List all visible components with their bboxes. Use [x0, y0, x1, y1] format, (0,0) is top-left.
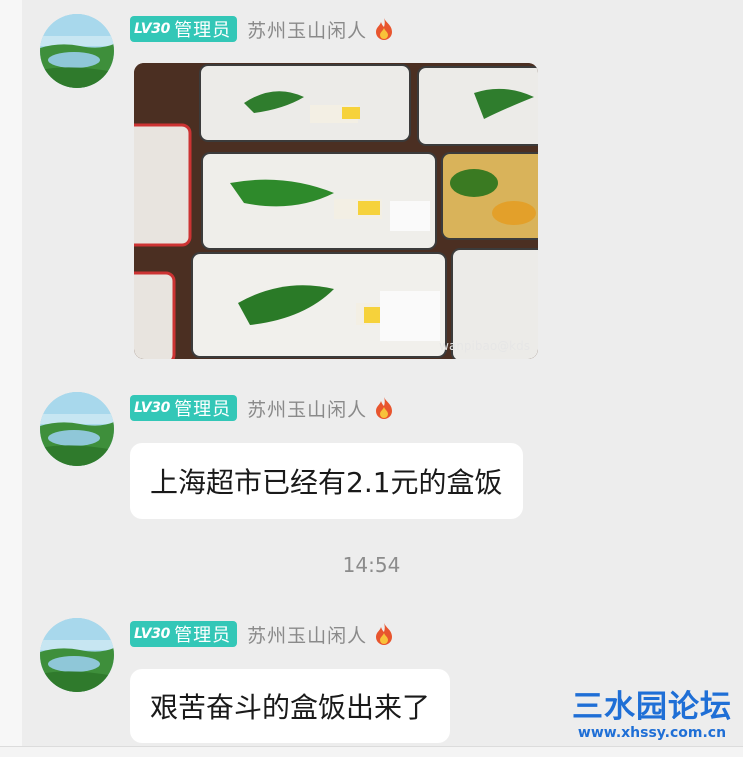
avatar[interactable] — [40, 14, 114, 88]
message-text: 艰苦奋斗的盒饭出来了 — [150, 691, 431, 724]
sender-name[interactable]: 苏州玉山闲人 — [247, 621, 367, 648]
level-badge: LV30 管理员 — [130, 621, 238, 647]
role-label: 管理员 — [174, 399, 232, 420]
level-label: LV30 — [134, 400, 171, 416]
window-left-edge — [0, 0, 22, 757]
fire-icon — [376, 623, 393, 645]
level-label: LV30 — [134, 626, 171, 642]
message-text: 上海超市已经有2.1元的盒饭 — [150, 466, 503, 499]
timestamp: 14:54 — [342, 553, 401, 577]
sender-meta: LV30 管理员 苏州玉山闲人 — [130, 394, 395, 422]
avatar-landscape-icon — [40, 392, 114, 466]
site-watermark-title: 三水园论坛 — [572, 689, 732, 725]
message-bubble[interactable]: 上海超市已经有2.1元的盒饭 — [130, 443, 523, 519]
sender-name[interactable]: 苏州玉山闲人 — [247, 395, 367, 422]
message-image[interactable]: wanpibao@kds — [134, 63, 538, 359]
role-label: 管理员 — [174, 20, 232, 41]
fire-icon — [376, 18, 393, 40]
sender-meta: LV30 管理员 苏州玉山闲人 — [130, 15, 395, 43]
site-watermark: 三水园论坛 www.xhssy.com.cn — [567, 690, 737, 742]
site-watermark-url: www.xhssy.com.cn — [577, 725, 727, 741]
avatar-landscape-icon — [40, 618, 114, 692]
level-badge: LV30 管理员 — [130, 395, 238, 421]
food-photo-icon — [134, 63, 538, 359]
fire-icon — [376, 397, 393, 419]
avatar[interactable] — [40, 392, 114, 466]
level-badge: LV30 管理员 — [130, 16, 238, 42]
role-label: 管理员 — [174, 625, 232, 646]
message-bubble[interactable]: 艰苦奋斗的盒饭出来了 — [130, 669, 451, 743]
bottom-edge — [0, 746, 743, 757]
sender-name[interactable]: 苏州玉山闲人 — [247, 16, 367, 43]
avatar-landscape-icon — [40, 14, 114, 88]
sender-meta: LV30 管理员 苏州玉山闲人 — [130, 620, 395, 648]
level-label: LV30 — [134, 21, 171, 37]
image-watermark: wanpibao@kds — [439, 339, 530, 353]
avatar[interactable] — [40, 618, 114, 692]
